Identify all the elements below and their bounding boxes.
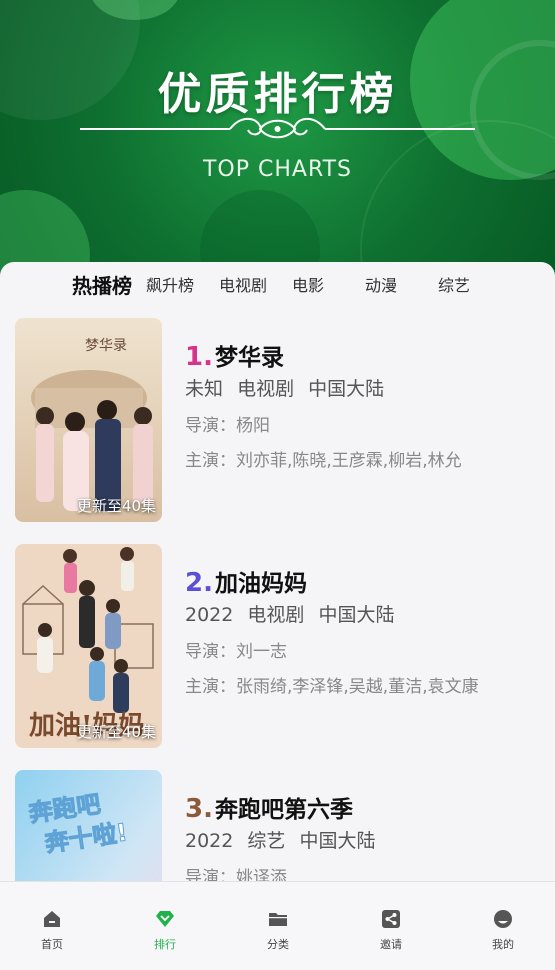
item-title: 奔跑吧第六季 bbox=[214, 797, 353, 823]
item-region: 中国大陆 bbox=[299, 830, 376, 852]
item-cast: 主演：刘亦菲,陈晓,王彦霖,柳岩,林允 bbox=[185, 451, 462, 471]
item-director: 导演：刘一志 bbox=[185, 642, 287, 662]
tab-hot[interactable]: 热播榜 bbox=[72, 270, 132, 299]
item-title: 加油妈妈 bbox=[214, 571, 307, 597]
nav-profile[interactable]: 我的 bbox=[463, 908, 543, 952]
rank-diamond-icon bbox=[156, 911, 174, 927]
item-director: 导演：姚译添 bbox=[185, 868, 287, 882]
item-region: 中国大陆 bbox=[318, 604, 395, 626]
episode-badge: 更新至40集 bbox=[76, 497, 156, 515]
item-meta: 2022 电视剧 中国大陆 bbox=[185, 600, 545, 627]
item-title-line[interactable]: 3.奔跑吧第六季 bbox=[185, 790, 545, 824]
list-item[interactable]: 梦华录 更新至40集 1.梦华录 未知 电视剧 中国大陆 导演：杨阳 主演：刘亦… bbox=[15, 318, 545, 522]
bottom-navigation: 首页 排行 分类 邀请 我的 bbox=[0, 881, 555, 970]
nav-label: 邀请 bbox=[380, 938, 402, 951]
item-region: 中国大陆 bbox=[308, 378, 385, 400]
item-type: 电视剧 bbox=[237, 378, 295, 400]
list-item[interactable]: 奔跑吧 奔十啦! 3.奔跑吧第六季 2022 综艺 中国大陆 导演：姚译添 bbox=[15, 770, 545, 882]
tab-tv-series[interactable]: 电视剧 bbox=[219, 272, 267, 296]
rank-number: 2. bbox=[185, 568, 213, 598]
profile-icon bbox=[494, 910, 512, 928]
rank-number: 1. bbox=[185, 342, 213, 372]
tab-variety[interactable]: 综艺 bbox=[438, 272, 470, 296]
item-cast: 主演：张雨绮,李泽锋,吴越,董洁,袁文康 bbox=[185, 677, 479, 697]
nav-label: 分类 bbox=[267, 938, 289, 951]
poster-image[interactable]: 梦华录 更新至40集 bbox=[15, 318, 162, 522]
category-tabs: 热播榜 飙升榜 电视剧 电影 动漫 综艺 bbox=[0, 262, 555, 308]
item-year: 2022 bbox=[185, 830, 234, 852]
nav-home[interactable]: 首页 bbox=[12, 908, 92, 952]
list-item[interactable]: 加油!妈妈 更新至40集 2.加油妈妈 2022 电视剧 中国大陆 导演：刘一志… bbox=[15, 544, 545, 748]
item-year: 未知 bbox=[185, 378, 224, 400]
poster-image[interactable]: 奔跑吧 奔十啦! bbox=[15, 770, 162, 882]
item-type: 电视剧 bbox=[247, 604, 305, 626]
rank-number: 3. bbox=[185, 794, 213, 824]
episode-badge: 更新至40集 bbox=[76, 723, 156, 741]
item-type: 综艺 bbox=[247, 830, 286, 852]
decor-ring bbox=[360, 120, 555, 280]
nav-category[interactable]: 分类 bbox=[238, 908, 318, 952]
poster-art: 梦华录 bbox=[15, 318, 162, 522]
chart-list-panel: 热播榜 飙升榜 电视剧 电影 动漫 综艺 梦华录 更新至40集 1.梦华录 未知… bbox=[0, 262, 555, 882]
item-director: 导演：杨阳 bbox=[185, 416, 270, 436]
nav-label: 我的 bbox=[492, 938, 514, 951]
item-info: 2.加油妈妈 2022 电视剧 中国大陆 导演：刘一志 主演：张雨绮,李泽锋,吴… bbox=[185, 564, 545, 697]
nav-rank[interactable]: 排行 bbox=[125, 908, 205, 952]
hero-banner: 优质排行榜 TOP CHARTS bbox=[0, 0, 555, 280]
poster-art: 奔跑吧 奔十啦! bbox=[15, 770, 162, 882]
nav-invite[interactable]: 邀请 bbox=[351, 908, 431, 952]
item-info: 1.梦华录 未知 电视剧 中国大陆 导演：杨阳 主演：刘亦菲,陈晓,王彦霖,柳岩… bbox=[185, 338, 545, 471]
page-subtitle: TOP CHARTS bbox=[202, 157, 353, 182]
item-meta: 未知 电视剧 中国大陆 bbox=[185, 374, 545, 401]
tab-anime[interactable]: 动漫 bbox=[365, 272, 397, 296]
item-title-line[interactable]: 2.加油妈妈 bbox=[185, 564, 545, 598]
item-year: 2022 bbox=[185, 604, 234, 626]
item-title-line[interactable]: 1.梦华录 bbox=[185, 338, 545, 372]
share-icon bbox=[382, 910, 400, 928]
item-title: 梦华录 bbox=[214, 345, 284, 371]
poster-art: 加油!妈妈 bbox=[15, 544, 162, 748]
tab-rising[interactable]: 飙升榜 bbox=[146, 272, 194, 296]
folder-icon bbox=[269, 913, 287, 926]
nav-label: 首页 bbox=[41, 938, 63, 951]
ornament-divider-icon bbox=[80, 117, 475, 139]
item-meta: 2022 综艺 中国大陆 bbox=[185, 826, 545, 853]
page-title: 优质排行榜 bbox=[157, 69, 398, 120]
poster-image[interactable]: 加油!妈妈 更新至40集 bbox=[15, 544, 162, 748]
svg-text:梦华录: 梦华录 bbox=[85, 338, 127, 354]
home-icon bbox=[44, 911, 60, 927]
tab-movie[interactable]: 电影 bbox=[292, 272, 324, 296]
item-info: 3.奔跑吧第六季 2022 综艺 中国大陆 导演：姚译添 bbox=[185, 790, 545, 882]
nav-label: 排行 bbox=[154, 938, 176, 951]
